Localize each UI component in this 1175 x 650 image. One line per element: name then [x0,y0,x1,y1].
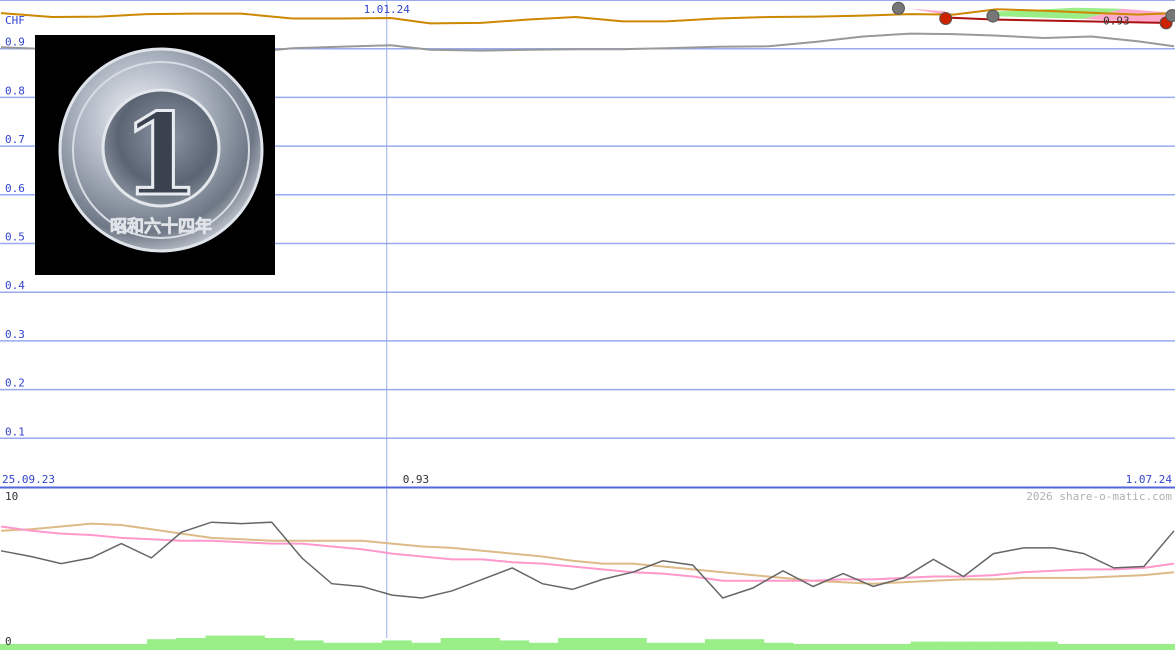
volume-bar [323,642,353,650]
signal-marker [986,9,1000,23]
volume-bar [440,638,471,650]
y-tick-label: 0.5 [5,231,25,244]
copyright-notice: 2026 share-o-matic.com [1026,490,1172,503]
lower-y-tick-label: 10 [5,490,18,503]
volume-bar [822,644,853,650]
volume-bar [1057,644,1088,650]
y-tick-label: 0.1 [5,425,25,438]
y-tick-label: 0.8 [5,84,25,97]
indicator-line [0,525,1175,582]
x-tick-label: 1.01.24 [364,3,411,16]
volume-bar [851,644,882,650]
y-tick-label: 0.9 [5,36,25,49]
volume-bar [1028,641,1058,650]
volume-bar [528,642,559,650]
volume-bar [734,639,765,650]
volume-bar [205,635,236,650]
x-tick-label: 25.09.23 [2,473,55,486]
volume-bar [499,640,530,650]
volume-bar [969,641,1000,650]
y-tick-labels: 0.1 0.2 0.3 0.4 0.5 0.6 0.7 0.8 0.9 [5,36,25,439]
signal-marker [1165,9,1175,23]
volume-bar [616,638,647,650]
volume-bar [793,644,823,650]
x-tick-label: 1.07.24 [1126,473,1173,486]
indicator-lines [0,521,1175,599]
volume-bar [1116,644,1147,650]
volume-bar [940,641,970,650]
one-yen-coin-icon: 1 昭和六十四年 [35,35,275,275]
y-tick-label: 0.7 [5,133,25,146]
volume-bar [558,638,588,650]
volume-bar [675,642,706,650]
volume-bar [146,639,177,650]
volume-bar [470,638,500,650]
coin-rim-inscription: 昭和六十四年 [110,216,212,237]
lower-y-tick-label: 0 [5,635,12,648]
volume-bars [0,635,1175,650]
volume-bar [176,638,207,650]
price-annotation: 0.93 [403,473,430,486]
volume-bar [58,644,89,650]
volume-bar [293,640,324,650]
price-annotations: 0.93 0.93 [403,14,1130,486]
chart-canvas: 0.1 0.2 0.3 0.4 0.5 0.6 0.7 0.8 0.9 CHF 1 昭和六十四年… [0,0,1175,650]
lower-y-tick-labels: 10 0 [5,490,18,648]
volume-bar [1086,644,1117,650]
volume-bar [763,642,794,650]
y-tick-label: 0.6 [5,182,25,195]
volume-bar [705,639,735,650]
volume-bar [881,644,912,650]
signal-marker [939,12,953,26]
volume-bar [910,641,941,650]
volume-bar [235,635,265,650]
volume-bar [646,642,677,650]
volume-bar [264,638,295,650]
volume-bar [117,644,148,650]
volume-bar [352,642,383,650]
coin-face-numeral: 1 [122,90,200,221]
signal-marker [891,1,905,15]
volume-bar [88,644,118,650]
volume-bar [381,640,412,650]
volume-bar [587,638,618,650]
volume-bar [1145,644,1175,650]
price-annotation: 0.93 [1103,14,1130,27]
y-tick-label: 0.3 [5,328,25,341]
y-tick-label: 0.4 [5,279,25,292]
volume-bar [29,644,60,650]
volume-bar [411,642,442,650]
y-tick-label: 0.2 [5,377,25,390]
volume-bar [998,641,1029,650]
y-axis-unit-label: CHF [5,14,25,27]
